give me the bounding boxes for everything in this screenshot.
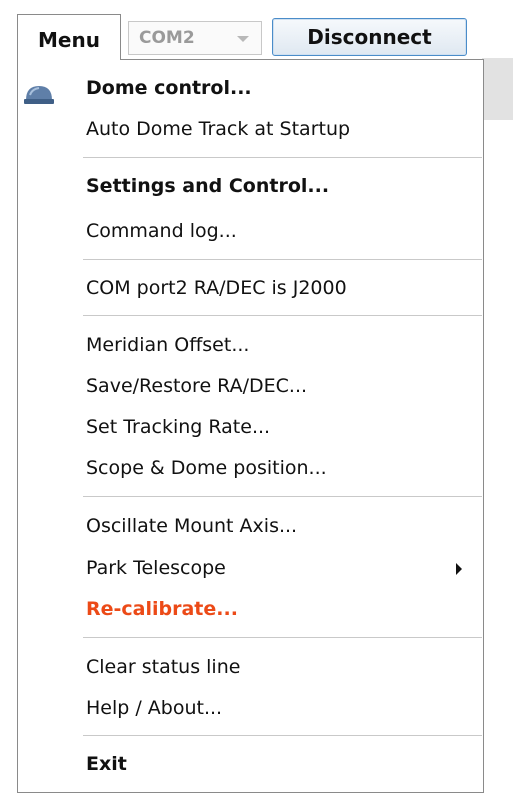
menu-item-label: Settings and Control... <box>86 175 330 197</box>
menu-item-oscillate-mount-axis[interactable]: Oscillate Mount Axis... <box>18 508 483 544</box>
menu-item-label: Scope & Dome position... <box>86 457 327 479</box>
menu-button-label: Menu <box>38 28 100 52</box>
menu-item-auto-dome-track[interactable]: Auto Dome Track at Startup <box>18 111 483 147</box>
disconnect-button[interactable]: Disconnect <box>272 18 467 56</box>
menu-item-label: Oscillate Mount Axis... <box>86 515 298 537</box>
menu-item-scope-dome-position[interactable]: Scope & Dome position... <box>18 450 483 486</box>
menu-separator <box>83 496 482 497</box>
menu-button[interactable]: Menu <box>17 14 121 60</box>
com-port-value: COM2 <box>139 28 195 48</box>
menu-item-label: Meridian Offset... <box>86 334 250 356</box>
menu-separator <box>83 259 482 260</box>
menu-item-label: Dome control... <box>86 77 252 99</box>
menu-separator <box>83 637 482 638</box>
menu-item-label: Park Telescope <box>86 557 226 579</box>
menu-item-label: Save/Restore RA/DEC... <box>86 375 308 397</box>
dropdown-menu: Dome control... Auto Dome Track at Start… <box>17 59 484 793</box>
menu-item-label: Auto Dome Track at Startup <box>86 118 351 140</box>
menu-item-help-about[interactable]: Help / About... <box>18 690 483 726</box>
app-window: Menu COM2 Disconnect Dome control... Aut… <box>0 0 513 793</box>
menu-separator <box>83 735 482 736</box>
menu-item-set-tracking-rate[interactable]: Set Tracking Rate... <box>18 409 483 445</box>
toolbar: Menu COM2 Disconnect <box>0 0 513 60</box>
menu-item-meridian-offset[interactable]: Meridian Offset... <box>18 327 483 363</box>
submenu-arrow-icon <box>456 563 462 575</box>
menu-item-label: Exit <box>86 753 127 775</box>
menu-item-recalibrate[interactable]: Re-calibrate... <box>18 591 483 627</box>
menu-item-label: Set Tracking Rate... <box>86 416 271 438</box>
background-panel <box>482 58 513 120</box>
menu-item-label: Clear status line <box>86 656 241 678</box>
com-port-select[interactable]: COM2 <box>128 21 262 55</box>
menu-item-label: Help / About... <box>86 697 223 719</box>
menu-item-label: Re-calibrate... <box>86 598 238 620</box>
menu-item-settings-and-control[interactable]: Settings and Control... <box>18 168 483 204</box>
disconnect-button-label: Disconnect <box>307 25 432 49</box>
menu-separator <box>83 315 482 316</box>
chevron-down-icon[interactable] <box>237 36 249 42</box>
menu-separator <box>83 157 482 158</box>
menu-item-save-restore-radec[interactable]: Save/Restore RA/DEC... <box>18 368 483 404</box>
menu-item-command-log[interactable]: Command log... <box>18 213 483 249</box>
menu-item-park-telescope[interactable]: Park Telescope <box>18 550 483 586</box>
menu-item-exit[interactable]: Exit <box>18 746 483 782</box>
menu-item-label: COM port2 RA/DEC is J2000 <box>86 277 347 299</box>
menu-item-dome-control[interactable]: Dome control... <box>18 70 483 106</box>
menu-item-com-port-radec[interactable]: COM port2 RA/DEC is J2000 <box>18 270 483 306</box>
menu-item-label: Command log... <box>86 220 237 242</box>
menu-item-clear-status-line[interactable]: Clear status line <box>18 649 483 685</box>
